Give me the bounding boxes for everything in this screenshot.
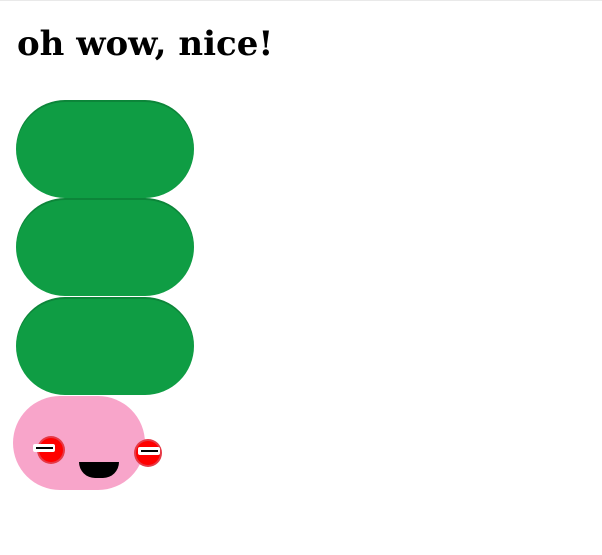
caterpillar-body-segment-2	[16, 198, 194, 296]
left-eye-slit	[36, 447, 53, 449]
caterpillar-body-segment-3	[16, 297, 194, 395]
caterpillar-head	[13, 396, 145, 490]
left-eye-icon	[33, 438, 63, 462]
right-eye-icon	[136, 441, 160, 465]
page-title: oh wow, nice!	[17, 24, 274, 64]
caterpillar-body-segment-1	[16, 100, 194, 198]
top-border	[0, 0, 602, 1]
right-eye-slit	[141, 450, 158, 452]
